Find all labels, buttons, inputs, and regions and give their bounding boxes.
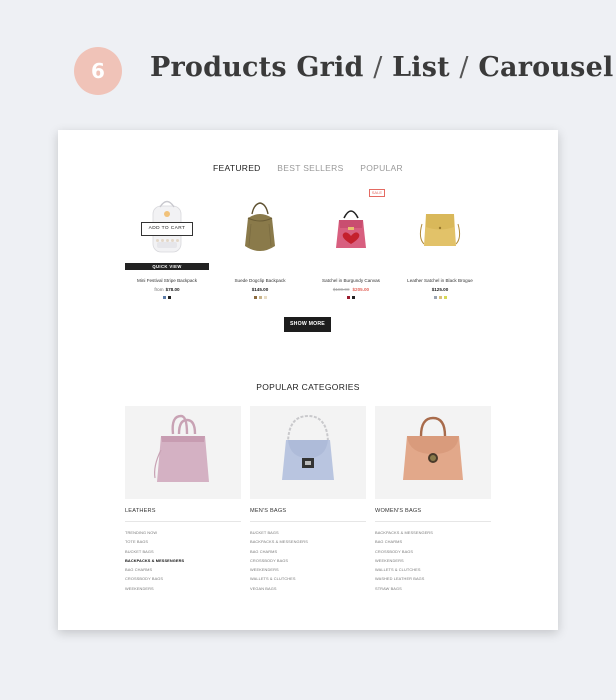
show-more-button[interactable]: SHOW MORE xyxy=(284,317,331,332)
category-name[interactable]: WOMEN'S BAGS xyxy=(375,508,421,514)
sale-badge: SALE xyxy=(368,189,385,197)
product-image[interactable]: ADD TO CART QUICK VIEW xyxy=(125,194,209,272)
color-swatches xyxy=(398,296,482,299)
title-part-grid: Products Grid xyxy=(150,52,364,83)
showcase-card: FEATURED BEST SELLERS POPULAR ADD TO CAR… xyxy=(58,130,558,630)
product-card[interactable]: Suede Dogclip Backpack $145.00 xyxy=(218,194,302,314)
price-value: $145.00 xyxy=(251,287,269,292)
category-link[interactable]: WEEKENDERS xyxy=(125,586,241,595)
category-link[interactable]: BAG CHARMS xyxy=(125,567,241,576)
category-link[interactable]: BAG CHARMS xyxy=(250,549,366,558)
color-swatch[interactable] xyxy=(433,296,437,299)
step-number-badge: 6 xyxy=(74,47,122,95)
category-name[interactable]: LEATHERS xyxy=(125,508,156,514)
color-swatch[interactable] xyxy=(258,296,262,299)
price-value: $125.00 xyxy=(431,287,449,292)
category-links: TRENDING NOW TOTE BAGS BUCKET BAGS BACKP… xyxy=(125,530,241,595)
category-link[interactable]: BACKPACKS & MESSENGERS xyxy=(375,530,491,539)
title-part-list: List xyxy=(392,52,450,83)
product-card[interactable]: ADD TO CART QUICK VIEW Mini Festival Str… xyxy=(125,194,209,314)
category-link[interactable]: BUCKET BAGS xyxy=(125,549,241,558)
title-separator: / xyxy=(459,52,469,83)
category-link[interactable]: BUCKET BAGS xyxy=(250,530,366,539)
category-link[interactable]: WALLETS & CLUTCHES xyxy=(375,567,491,576)
product-image[interactable]: SALE xyxy=(309,189,393,272)
category-image[interactable] xyxy=(250,406,366,499)
tab-best-sellers[interactable]: BEST SELLERS xyxy=(277,163,343,173)
category-link[interactable]: CROSSBODY BAGS xyxy=(375,549,491,558)
color-swatch[interactable] xyxy=(253,296,257,299)
category-link[interactable]: TRENDING NOW xyxy=(125,530,241,539)
category-link[interactable]: CROSSBODY BAGS xyxy=(125,576,241,585)
divider xyxy=(375,521,491,522)
product-name[interactable]: Leather Satchel in Black Brogue xyxy=(398,278,482,283)
product-price: $125.00 xyxy=(398,287,482,292)
title-part-carousel: Carousel xyxy=(478,52,614,83)
category-link[interactable]: VEGAN BAGS xyxy=(250,586,366,595)
category-link[interactable]: CROSSBODY BAGS xyxy=(250,558,366,567)
color-swatches xyxy=(125,296,209,299)
price-value: $78.00 xyxy=(165,287,180,292)
divider xyxy=(250,521,366,522)
color-swatches xyxy=(218,296,302,299)
product-image[interactable] xyxy=(218,194,302,272)
category-link[interactable]: TOTE BAGS xyxy=(125,539,241,548)
category-link[interactable]: WASHED LEATHER BAGS xyxy=(375,576,491,585)
color-swatch[interactable] xyxy=(168,296,171,299)
category-link[interactable]: BACKPACKS & MESSENGERS xyxy=(125,558,241,567)
product-price: $180.00 $205.00 xyxy=(309,287,393,292)
product-grid: ADD TO CART QUICK VIEW Mini Festival Str… xyxy=(125,189,489,314)
category-link[interactable]: WALLETS & CLUTCHES xyxy=(250,576,366,585)
tab-popular[interactable]: POPULAR xyxy=(360,163,403,173)
category-link[interactable]: BACKPACKS & MESSENGERS xyxy=(250,539,366,548)
color-swatch[interactable] xyxy=(163,296,166,299)
title-separator: / xyxy=(373,52,383,83)
add-to-cart-button[interactable]: ADD TO CART xyxy=(141,222,193,236)
divider xyxy=(125,521,241,522)
product-name[interactable]: Mini Festival Stripe Backpack xyxy=(125,278,209,283)
category-image[interactable] xyxy=(375,406,491,499)
category-name[interactable]: MEN'S BAGS xyxy=(250,508,286,514)
product-name[interactable]: Suede Dogclip Backpack xyxy=(218,278,302,283)
color-swatch[interactable] xyxy=(438,296,442,299)
color-swatch[interactable] xyxy=(263,296,267,299)
color-swatches xyxy=(309,296,393,299)
product-name[interactable]: Satchel in Burgundy Canvas xyxy=(309,278,393,283)
product-card[interactable]: Leather Satchel in Black Brogue $125.00 xyxy=(398,194,482,314)
quick-view-button[interactable]: QUICK VIEW xyxy=(125,263,209,270)
section-title: Products Grid / List / Carousel xyxy=(150,52,613,83)
category-link[interactable]: STRAW BAGS xyxy=(375,586,491,595)
sale-price: $205.00 xyxy=(352,287,370,292)
product-price: from $78.00 xyxy=(125,287,209,292)
price-prefix: from xyxy=(154,287,164,292)
category-links: BUCKET BAGS BACKPACKS & MESSENGERS BAG C… xyxy=(250,530,366,595)
tab-featured[interactable]: FEATURED xyxy=(213,163,261,173)
category-link[interactable]: BAG CHARMS xyxy=(375,539,491,548)
product-price: $145.00 xyxy=(218,287,302,292)
category-link[interactable]: WEEKENDERS xyxy=(375,558,491,567)
image-pagination-dots xyxy=(152,239,182,243)
page-header: 6 Products Grid / List / Carousel xyxy=(0,0,616,130)
popular-categories-title: POPULAR CATEGORIES xyxy=(256,382,360,392)
product-card[interactable]: SALE Satchel in Burgundy Canvas $180.00 $… xyxy=(309,189,393,314)
category-image[interactable] xyxy=(125,406,241,499)
product-tabs: FEATURED BEST SELLERS POPULAR xyxy=(58,163,558,173)
product-image[interactable] xyxy=(398,194,482,272)
category-links: BACKPACKS & MESSENGERS BAG CHARMS CROSSB… xyxy=(375,530,491,595)
color-swatch[interactable] xyxy=(347,296,350,299)
color-swatch[interactable] xyxy=(352,296,355,299)
old-price: $180.00 xyxy=(332,287,350,292)
category-link[interactable]: WEEKENDERS xyxy=(250,567,366,576)
color-swatch[interactable] xyxy=(443,296,447,299)
